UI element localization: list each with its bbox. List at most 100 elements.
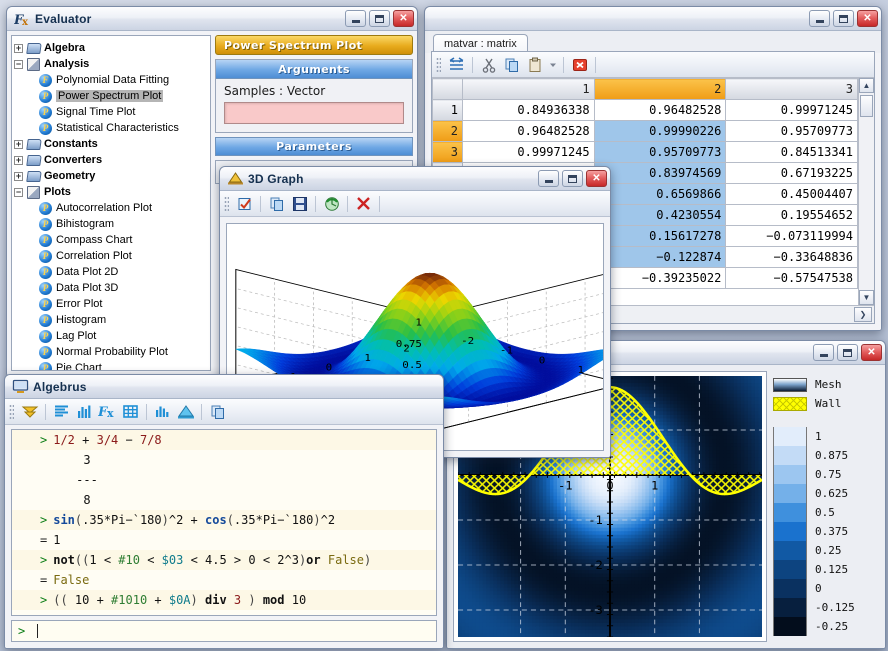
- tree-item-compass-chart[interactable]: PCompass Chart: [14, 232, 208, 248]
- function-tree[interactable]: +Algebra−AnalysisFPolynomial Data Fittin…: [12, 36, 210, 371]
- maximize-button[interactable]: [833, 10, 854, 27]
- tree-item-histogram[interactable]: PHistogram: [14, 312, 208, 328]
- contour-part: [536, 605, 540, 609]
- contour-part: [681, 376, 685, 380]
- matrix-row-header[interactable]: 1: [433, 100, 463, 121]
- matrix-cell[interactable]: 0.19554652: [726, 205, 858, 226]
- contour-part: [656, 591, 660, 595]
- contour-part: [617, 521, 621, 525]
- toolbar-grip[interactable]: [436, 57, 441, 73]
- tree-item-error-plot[interactable]: PError Plot: [14, 296, 208, 312]
- contour-part: [479, 612, 483, 616]
- minimize-button[interactable]: [809, 10, 830, 27]
- copy-icon[interactable]: [501, 54, 522, 75]
- matrix-cell[interactable]: −0.33648836: [726, 247, 858, 268]
- matrix-toolbar[interactable]: [432, 52, 874, 78]
- matrix-cell[interactable]: −0.57547538: [726, 268, 858, 289]
- samples-vector-input[interactable]: [224, 102, 404, 124]
- scroll-thumb[interactable]: [860, 95, 873, 117]
- tree-item-plots[interactable]: −Plots: [14, 184, 208, 200]
- matrix-corner-cell[interactable]: [433, 79, 463, 100]
- tree-item-converters[interactable]: +Converters: [14, 152, 208, 168]
- matrix-cell[interactable]: 0.6569866: [594, 184, 726, 205]
- contour-part: [677, 510, 681, 514]
- matrix-window-controls[interactable]: ✕: [809, 10, 878, 27]
- matrix-col-header-2[interactable]: 2: [594, 79, 726, 100]
- contour-part: [522, 570, 526, 574]
- matrix-row[interactable]: 10.849363380.964825280.99971245: [433, 100, 858, 121]
- matrix-cell[interactable]: 0.84513341: [726, 142, 858, 163]
- cut-icon[interactable]: [478, 54, 499, 75]
- matrix-cell[interactable]: 0.67193225: [726, 163, 858, 184]
- matrix-cell[interactable]: 0.95709773: [594, 142, 726, 163]
- tree-expander[interactable]: +: [14, 156, 23, 165]
- contour-part: [684, 418, 688, 422]
- matrix-cell[interactable]: 0.99971245: [726, 100, 858, 121]
- tree-item-correlation-plot[interactable]: PCorrelation Plot: [14, 248, 208, 264]
- matrix-tabstrip[interactable]: matvar : matrix: [425, 31, 881, 53]
- maximize-button[interactable]: [369, 10, 390, 27]
- close-button[interactable]: ✕: [393, 10, 414, 27]
- tree-item-autocorrelation-plot[interactable]: PAutocorrelation Plot: [14, 200, 208, 216]
- tree-item-analysis[interactable]: −Analysis: [14, 56, 208, 72]
- matrix-cell[interactable]: 0.96482528: [463, 121, 595, 142]
- matrix-vertical-scrollbar[interactable]: ▲ ▼: [858, 78, 874, 305]
- matrix-cell[interactable]: −0.122874: [594, 247, 726, 268]
- matrix-cell[interactable]: 0.99971245: [463, 142, 595, 163]
- matrix-cell[interactable]: 0.95709773: [726, 121, 858, 142]
- contour-part: [522, 499, 526, 503]
- matrix-row[interactable]: 20.964825280.999902260.95709773: [433, 121, 858, 142]
- tree-item-power-spectrum-plot[interactable]: PPower Spectrum Plot: [14, 88, 208, 104]
- tree-item-signal-time-plot[interactable]: PSignal Time Plot: [14, 104, 208, 120]
- maximize-button[interactable]: [837, 344, 858, 361]
- tree-item-polynomial-data-fitting[interactable]: FPolynomial Data Fitting: [14, 72, 208, 88]
- tree-item-normal-probability-plot[interactable]: PNormal Probability Plot: [14, 344, 208, 360]
- close-button[interactable]: ✕: [857, 10, 878, 27]
- paste-dropdown-icon[interactable]: [547, 54, 558, 75]
- minimize-button[interactable]: [813, 344, 834, 361]
- paste-icon[interactable]: [524, 54, 545, 75]
- matrix-cell[interactable]: 0.15617278: [594, 226, 726, 247]
- scroll-down-button[interactable]: ▼: [859, 290, 874, 305]
- contour-window-controls[interactable]: ✕: [813, 344, 882, 361]
- autofit-columns-icon[interactable]: [446, 54, 467, 75]
- tree-item-statistical-characteristics[interactable]: PStatistical Characteristics: [14, 120, 208, 136]
- close-button[interactable]: ✕: [861, 344, 882, 361]
- scroll-right-button[interactable]: ❯: [854, 307, 872, 322]
- matrix-col-header-3[interactable]: 3: [726, 79, 858, 100]
- minimize-button[interactable]: [345, 10, 366, 27]
- matrix-row-header[interactable]: 2: [433, 121, 463, 142]
- evaluator-window-controls[interactable]: ✕: [345, 10, 414, 27]
- matrix-row[interactable]: 30.999712450.957097730.84513341: [433, 142, 858, 163]
- contour-part: [511, 528, 515, 532]
- scroll-up-button[interactable]: ▲: [859, 78, 874, 93]
- tree-expander[interactable]: +: [14, 140, 23, 149]
- tree-item-constants[interactable]: +Constants: [14, 136, 208, 152]
- evaluator-titlebar[interactable]: F x Evaluator ✕: [7, 7, 417, 31]
- matrix-cell[interactable]: 0.99990226: [594, 121, 726, 142]
- matrix-cell[interactable]: 0.96482528: [594, 100, 726, 121]
- tree-expander[interactable]: +: [14, 44, 23, 53]
- contour-part: [472, 542, 476, 546]
- matrix-cell[interactable]: 0.84936338: [463, 100, 595, 121]
- matrix-cell[interactable]: 0.4230554: [594, 205, 726, 226]
- tree-item-algebra[interactable]: +Algebra: [14, 40, 208, 56]
- tree-item-bihistogram[interactable]: PBihistogram: [14, 216, 208, 232]
- tree-item-data-plot-3d[interactable]: PData Plot 3D: [14, 280, 208, 296]
- matrix-cell[interactable]: 0.45004407: [726, 184, 858, 205]
- tree-expander[interactable]: +: [14, 172, 23, 181]
- delete-icon[interactable]: [569, 54, 590, 75]
- tree-expander[interactable]: −: [14, 60, 23, 69]
- matrix-cell[interactable]: −0.39235022: [594, 268, 726, 289]
- function-tree-panel[interactable]: +Algebra−AnalysisFPolynomial Data Fittin…: [11, 35, 211, 371]
- matrix-row-header[interactable]: 3: [433, 142, 463, 163]
- matrix-cell[interactable]: 0.83974569: [594, 163, 726, 184]
- tree-item-geometry[interactable]: +Geometry: [14, 168, 208, 184]
- tree-expander[interactable]: −: [14, 188, 23, 197]
- tree-item-lag-plot[interactable]: PLag Plot: [14, 328, 208, 344]
- tree-item-pie-chart[interactable]: PPie Chart: [14, 360, 208, 371]
- matrix-col-header-1[interactable]: 1: [463, 79, 595, 100]
- matrix-window-titlebar[interactable]: ✕: [425, 7, 881, 31]
- matrix-cell[interactable]: −0.073119994: [726, 226, 858, 247]
- tree-item-data-plot-2d[interactable]: PData Plot 2D: [14, 264, 208, 280]
